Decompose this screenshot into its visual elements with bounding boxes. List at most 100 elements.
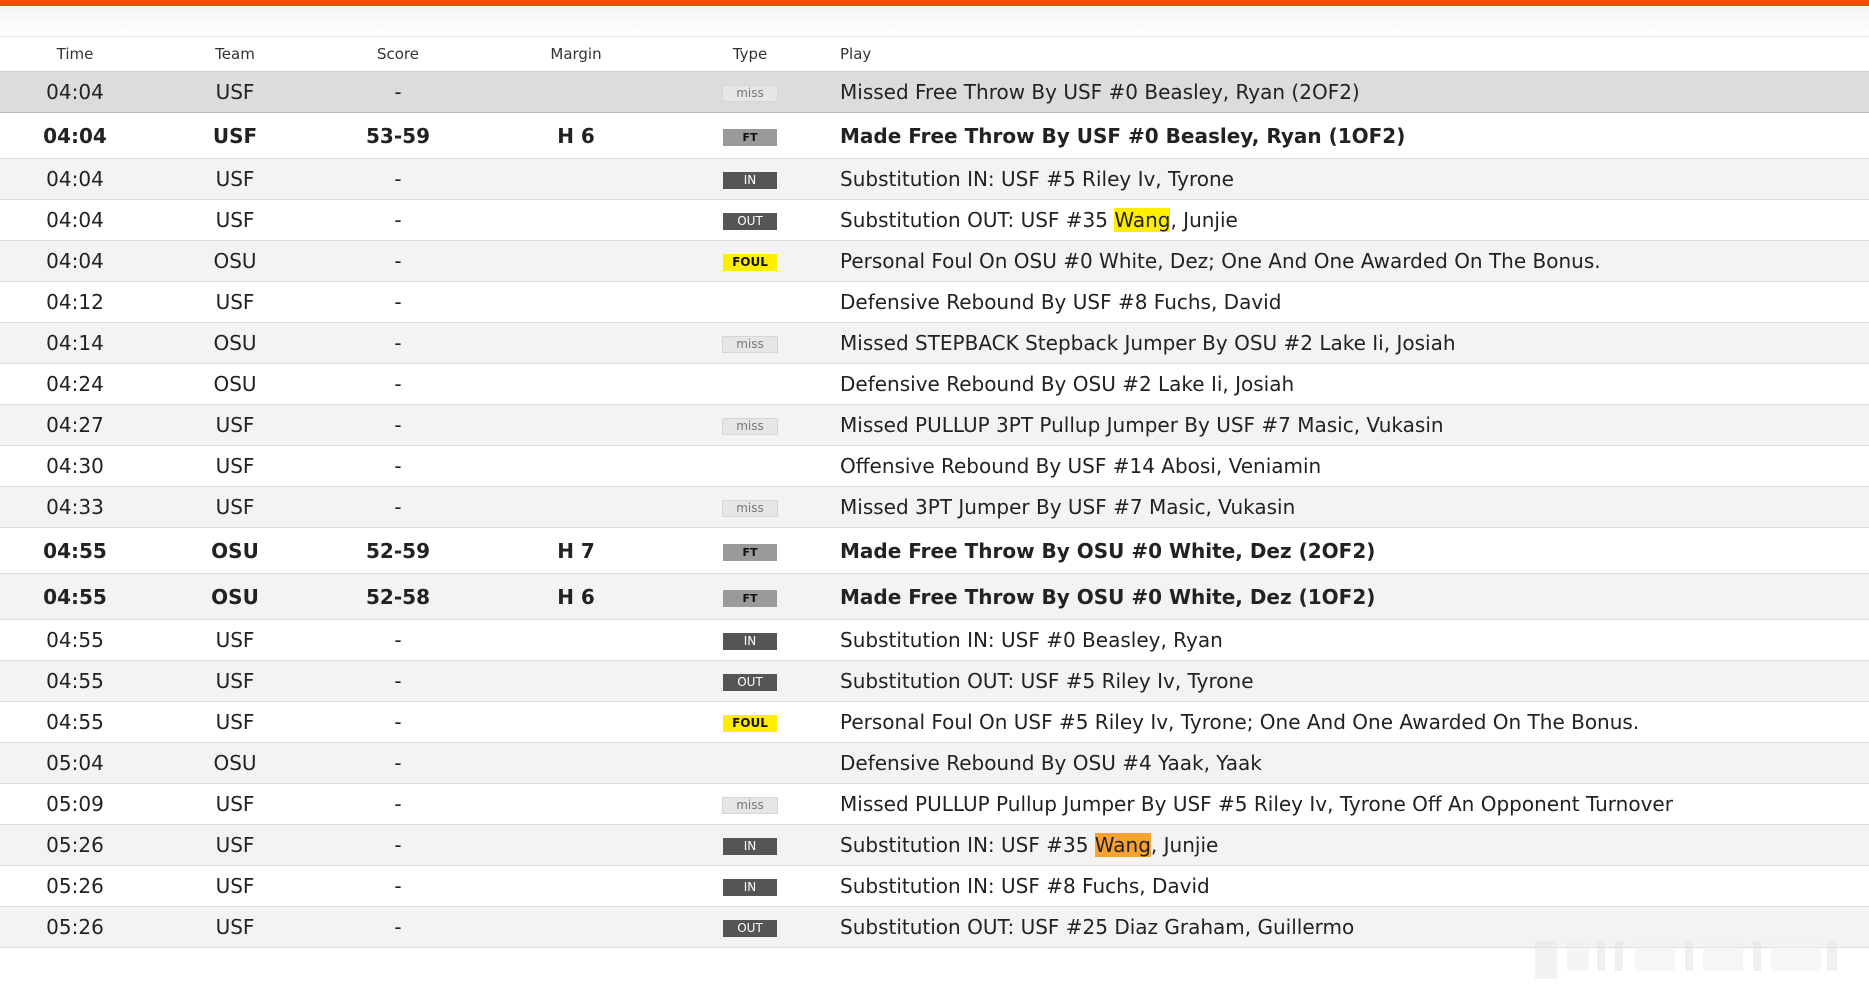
play-text: Missed Free Throw By USF #0 Beasley, Rya… [840,80,1360,104]
type-cell: IN [676,619,824,661]
time-cell: 04:04 [0,199,150,241]
play-text: Missed 3PT Jumper By USF #7 Masic, Vukas… [840,495,1296,519]
score-cell: - [320,158,476,200]
team-cell: OSU [150,742,320,784]
play-text: Substitution IN: USF #8 Fuchs, David [840,874,1210,898]
team-cell: OSU [150,527,320,574]
table-row[interactable]: 04:04 USF 53-59 H 6 FT Made Free Throw By USF… [0,112,1869,159]
score-cell: - [320,660,476,702]
type-badge: IN [723,633,777,650]
table-row[interactable]: 04:04 USF - OUT Substitution OUT: USF #35 Wa… [0,199,1869,241]
score-cell: - [320,486,476,528]
play-cell: Substitution OUT: USF #35 Wang, Junjie [824,199,1869,241]
play-cell: Personal Foul On USF #5 Riley Iv, Tyrone… [824,701,1869,743]
table-row[interactable]: 04:04 USF - miss Missed Free Throw By USF #0… [0,71,1869,113]
type-badge: IN [723,172,777,189]
table-row[interactable]: 04:27 USF - miss Missed PULLUP 3PT Pullup Ju… [0,404,1869,446]
table-row[interactable]: 05:09 USF - miss Missed PULLUP Pullup Jumper… [0,783,1869,825]
team-cell: USF [150,783,320,825]
play-text: Missed PULLUP Pullup Jumper By USF #5 Ri… [840,792,1673,816]
type-cell: FT [676,573,824,620]
score-cell: - [320,199,476,241]
type-cell: miss [676,71,824,113]
table-row[interactable]: 04:24 OSU - Defensive Rebound By OSU #2 Lak… [0,363,1869,405]
time-cell: 04:55 [0,573,150,620]
margin-cell [476,486,676,528]
margin-cell [476,240,676,282]
margin-cell [476,783,676,825]
play-cell: Missed PULLUP 3PT Pullup Jumper By USF #… [824,404,1869,446]
time-cell: 05:26 [0,906,150,948]
type-badge: miss [722,85,778,102]
column-header-time[interactable]: Time [0,37,150,72]
score-cell: - [320,322,476,364]
time-cell: 04:55 [0,660,150,702]
play-text: Missed STEPBACK Stepback Jumper By OSU #… [840,331,1456,355]
margin-cell [476,865,676,907]
type-badge: miss [722,797,778,814]
type-badge: FT [723,543,777,561]
margin-cell [476,824,676,866]
table-row[interactable]: 04:55 USF - IN Substitution IN: USF #0 Beasl… [0,619,1869,661]
play-text: Offensive Rebound By USF #14 Abosi, Veni… [840,454,1322,478]
table-row[interactable]: 04:55 OSU 52-59 H 7 FT Made Free Throw By OSU… [0,527,1869,574]
table-row[interactable]: 04:55 OSU 52-58 H 6 FT Made Free Throw By OSU… [0,573,1869,620]
play-cell: Missed 3PT Jumper By USF #7 Masic, Vukas… [824,486,1869,528]
type-cell: miss [676,486,824,528]
team-cell: USF [150,404,320,446]
table-header: Time Team Score Margin Type Play [0,37,1869,72]
play-cell: Offensive Rebound By USF #14 Abosi, Veni… [824,445,1869,487]
table-row[interactable]: 05:04 OSU - Defensive Rebound By OSU #4 Yaa… [0,742,1869,784]
table-row[interactable]: 05:26 USF - IN Substitution IN: USF #8 Fuchs… [0,865,1869,907]
play-text: Personal Foul On USF #5 Riley Iv, Tyrone… [840,710,1640,734]
time-cell: 04:04 [0,71,150,113]
table-row[interactable]: 04:14 OSU - miss Missed STEPBACK Stepback Ju… [0,322,1869,364]
column-header-team[interactable]: Team [150,37,320,72]
column-header-margin[interactable]: Margin [476,37,676,72]
margin-cell [476,660,676,702]
play-cell: Substitution IN: USF #8 Fuchs, David [824,865,1869,907]
time-cell: 04:24 [0,363,150,405]
score-cell: - [320,404,476,446]
score-cell: - [320,906,476,948]
table-row[interactable]: 04:30 USF - Offensive Rebound By USF #14 Ab… [0,445,1869,487]
column-header-type[interactable]: Type [676,37,824,72]
play-text: Made Free Throw By OSU #0 White, Dez (2O… [840,538,1376,563]
team-cell: USF [150,486,320,528]
time-cell: 04:04 [0,158,150,200]
table-row[interactable]: 04:04 OSU - FOUL Personal Foul On OSU #0 Whi… [0,240,1869,282]
type-cell: OUT [676,199,824,241]
table-row[interactable]: 04:12 USF - Defensive Rebound By USF #8 Fuc… [0,281,1869,323]
table-row[interactable]: 04:55 USF - FOUL Personal Foul On USF #5 Ril… [0,701,1869,743]
team-cell: USF [150,445,320,487]
table-row[interactable]: 04:33 USF - miss Missed 3PT Jumper By USF #7… [0,486,1869,528]
margin-cell [476,404,676,446]
team-cell: USF [150,619,320,661]
team-cell: USF [150,158,320,200]
team-cell: USF [150,906,320,948]
play-cell: Missed PULLUP Pullup Jumper By USF #5 Ri… [824,783,1869,825]
type-cell: miss [676,322,824,364]
margin-cell [476,363,676,405]
table-row[interactable]: 05:26 USF - IN Substitution IN: USF #35 Wang… [0,824,1869,866]
time-cell: 04:27 [0,404,150,446]
score-cell: - [320,619,476,661]
search-highlight: Wang [1114,208,1171,232]
column-header-play[interactable]: Play [824,37,1869,72]
time-cell: 04:12 [0,281,150,323]
play-cell: Made Free Throw By OSU #0 White, Dez (2O… [824,527,1869,574]
team-cell: USF [150,865,320,907]
column-header-score[interactable]: Score [320,37,476,72]
table-row[interactable]: 04:04 USF - IN Substitution IN: USF #5 Riley… [0,158,1869,200]
table-row[interactable]: 04:55 USF - OUT Substitution OUT: USF #5 Ril… [0,660,1869,702]
play-text: Defensive Rebound By USF #8 Fuchs, David [840,290,1282,314]
type-cell: OUT [676,660,824,702]
play-text: Substitution IN: USF #0 Beasley, Ryan [840,628,1223,652]
play-cell: Missed Free Throw By USF #0 Beasley, Rya… [824,71,1869,113]
type-cell: FOUL [676,701,824,743]
type-cell: FOUL [676,240,824,282]
faded-watermark-icon [1535,941,1837,979]
top-toolbar [0,6,1869,37]
score-cell: - [320,445,476,487]
time-cell: 04:04 [0,112,150,159]
